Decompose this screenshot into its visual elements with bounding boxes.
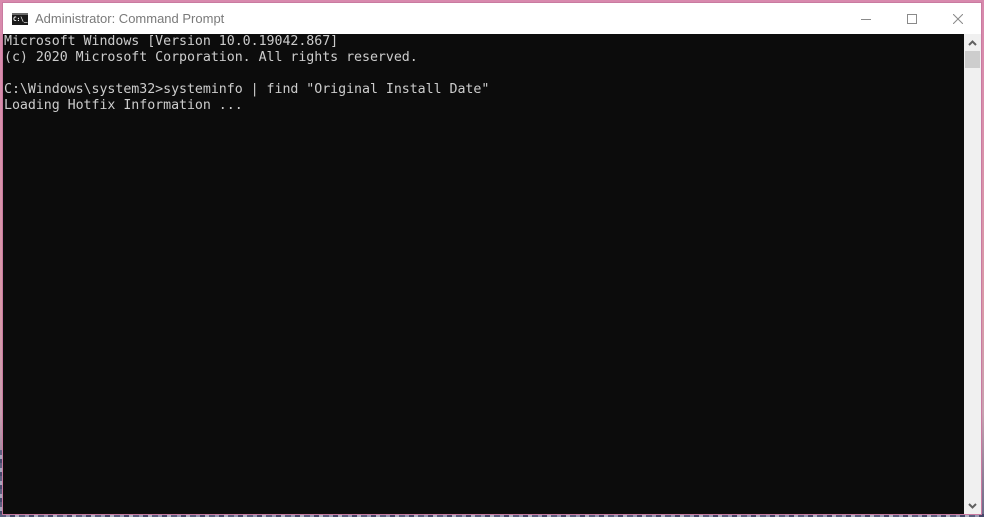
console-line: Microsoft Windows [Version 10.0.19042.86… — [4, 34, 339, 49]
scroll-up-button[interactable] — [964, 34, 981, 51]
minimize-button[interactable] — [843, 3, 889, 34]
scroll-up-arrow-icon — [968, 39, 977, 46]
console-line: Loading Hotfix Information ... — [4, 98, 243, 113]
scroll-down-button[interactable] — [964, 497, 981, 514]
title-bar[interactable]: C:\_ Administrator: Command Prompt — [3, 3, 981, 34]
console-output[interactable]: Microsoft Windows [Version 10.0.19042.86… — [3, 34, 964, 514]
window-title: Administrator: Command Prompt — [35, 11, 225, 26]
maximize-button[interactable] — [889, 3, 935, 34]
window-controls — [843, 3, 981, 34]
close-icon — [953, 13, 963, 24]
minimize-icon — [861, 18, 871, 20]
vertical-scrollbar[interactable] — [964, 34, 981, 514]
close-button[interactable] — [935, 3, 981, 34]
console-line: (c) 2020 Microsoft Corporation. All righ… — [4, 50, 418, 65]
scroll-down-arrow-icon — [968, 502, 977, 509]
scrollbar-thumb[interactable] — [965, 51, 980, 68]
console-line: C:\Windows\system32>systeminfo | find "O… — [4, 82, 490, 97]
cmd-icon[interactable]: C:\_ — [12, 12, 28, 25]
command-prompt-window: C:\_ Administrator: Command Prompt Micro… — [3, 3, 981, 514]
maximize-icon — [907, 13, 917, 24]
